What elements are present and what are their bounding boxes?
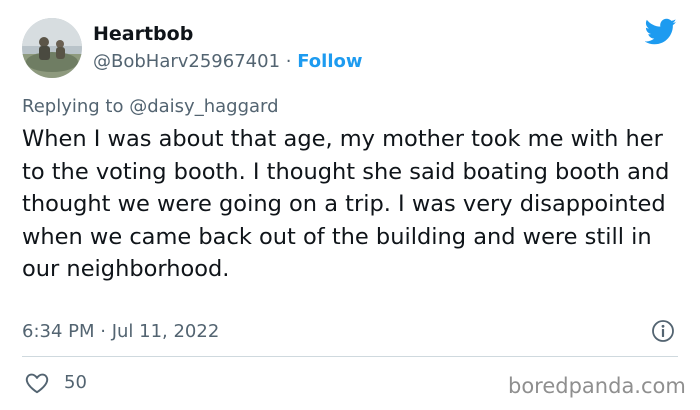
heart-icon[interactable]	[24, 370, 50, 396]
divider	[22, 356, 678, 357]
reply-context: Replying to @daisy_haggard	[22, 95, 279, 119]
like-count: 50	[64, 372, 87, 393]
tweet-timestamp[interactable]: 6:34 PM · Jul 11, 2022	[22, 320, 219, 344]
author-avatar[interactable]	[22, 18, 82, 78]
reply-prefix: Replying to	[22, 96, 124, 117]
separator-dot: ·	[285, 51, 292, 72]
follow-button[interactable]: Follow	[297, 51, 362, 72]
twitter-bird-icon[interactable]	[645, 18, 677, 46]
watermark: boredpanda.com	[508, 374, 686, 398]
avatar-photo	[22, 18, 82, 78]
info-icon[interactable]	[651, 319, 675, 343]
tweet-text: When I was about that age, my mother too…	[22, 126, 670, 283]
author-handle-row: @BobHarv25967401 · Follow	[93, 50, 363, 74]
reply-mention-link[interactable]: @daisy_haggard	[129, 96, 278, 117]
author-handle[interactable]: @BobHarv25967401	[93, 51, 280, 72]
author-name[interactable]: Heartbob	[93, 22, 193, 46]
